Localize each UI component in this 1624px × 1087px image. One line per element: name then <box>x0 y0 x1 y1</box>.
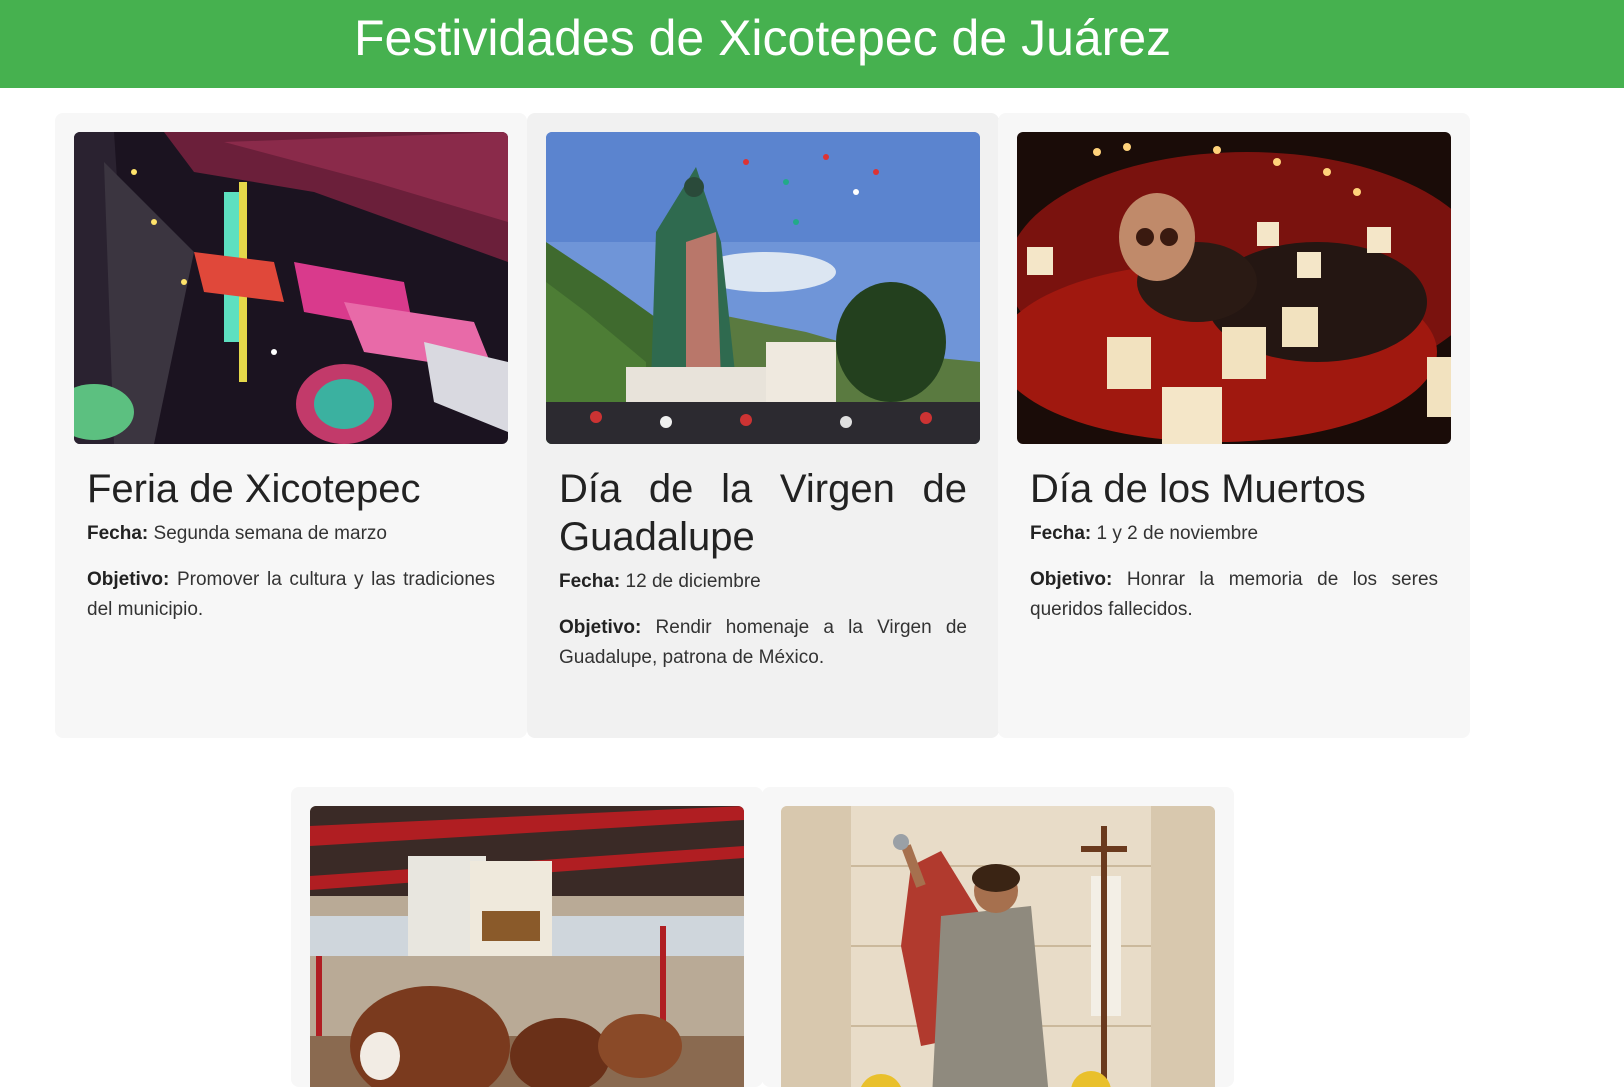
date-value: 12 de diciembre <box>625 571 761 592</box>
card-date: Fecha: 1 y 2 de noviembre <box>1030 519 1438 549</box>
festival-card-virgen[interactable]: Día de la Virgen de Guadalupe Fecha: 12 … <box>527 113 999 738</box>
objective-label: Objetivo: <box>559 617 642 638</box>
festival-card-muertos[interactable]: Día de los Muertos Fecha: 1 y 2 de novie… <box>998 113 1470 738</box>
cattle-exhibition-photo <box>310 806 744 1087</box>
card-date: Fecha: 12 de diciembre <box>559 567 967 597</box>
page-title: Festividades de Xicotepec de Juárez <box>354 10 1172 66</box>
objective-label: Objetivo: <box>1030 569 1113 590</box>
date-label: Fecha: <box>1030 523 1092 544</box>
page-header: Festividades de Xicotepec de Juárez <box>0 0 1624 88</box>
card-body: Día de los Muertos Fecha: 1 y 2 de novie… <box>1030 465 1438 641</box>
card-body: Día de la Virgen de Guadalupe Fecha: 12 … <box>559 465 967 689</box>
objective-label: Objetivo: <box>87 569 170 590</box>
virgin-statue-photo <box>546 132 980 444</box>
card-objective: Objetivo: Promover la cultura y las trad… <box>87 565 495 625</box>
card-title: Feria de Xicotepec <box>87 467 421 511</box>
festival-card-exposicion[interactable] <box>291 787 763 1087</box>
card-title: Día de los Muertos <box>1030 467 1366 511</box>
saint-statue-photo <box>781 806 1215 1087</box>
card-objective: Objetivo: Rendir homenaje a la Virgen de… <box>559 613 967 673</box>
date-label: Fecha: <box>87 523 149 544</box>
festival-card-san-juan[interactable] <box>762 787 1234 1087</box>
card-date: Fecha: Segunda semana de marzo <box>87 519 495 549</box>
fair-night-photo <box>74 132 508 444</box>
date-value: 1 y 2 de noviembre <box>1096 523 1259 544</box>
candles-skull-photo <box>1017 132 1451 444</box>
festival-card-feria[interactable]: Feria de Xicotepec Fecha: Segunda semana… <box>55 113 527 738</box>
date-label: Fecha: <box>559 571 621 592</box>
card-objective: Objetivo: Honrar la memoria de los seres… <box>1030 565 1438 625</box>
date-value: Segunda semana de marzo <box>153 523 387 544</box>
card-title: Día de la Virgen de Guadalupe <box>559 467 967 559</box>
card-body: Feria de Xicotepec Fecha: Segunda semana… <box>87 465 495 641</box>
